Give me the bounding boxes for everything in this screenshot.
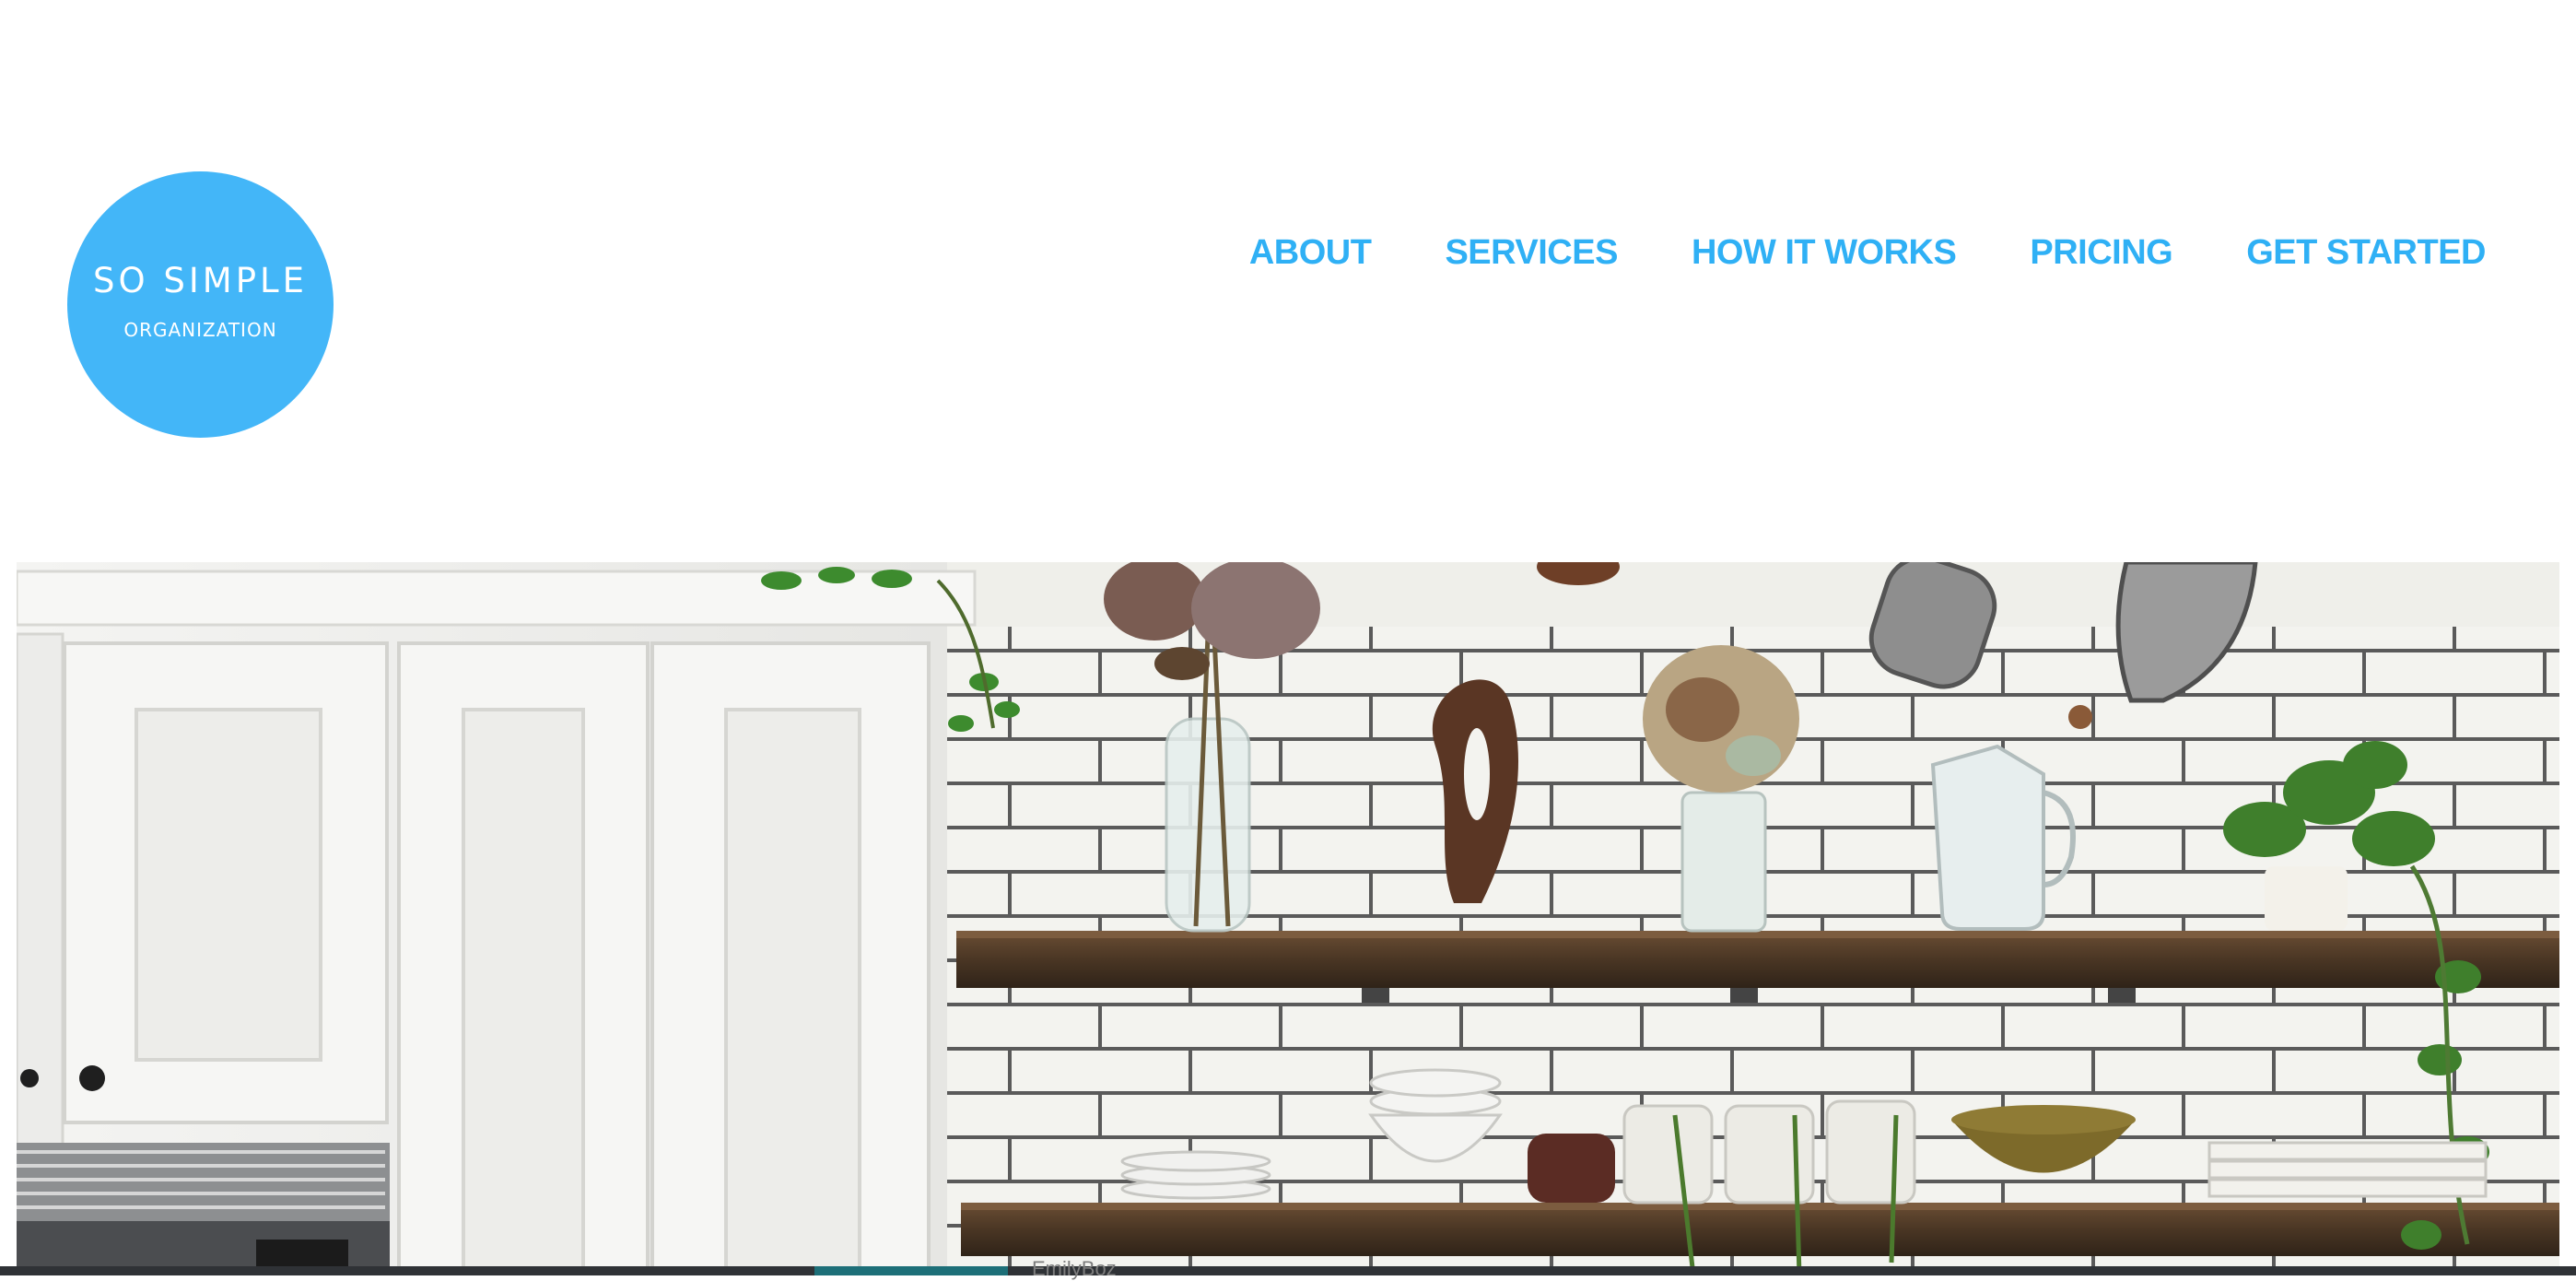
nav-about-link[interactable]: ABOUT bbox=[1249, 233, 1372, 273]
nav-get-started-link[interactable]: GET STARTED bbox=[2246, 233, 2486, 273]
taskbar-label: EmilyBoz bbox=[1032, 1257, 1117, 1280]
logo-title: SO SIMPLE bbox=[93, 261, 308, 300]
logo-subtitle: ORGANIZATION bbox=[123, 319, 277, 341]
taskbar: EmilyBoz bbox=[0, 1257, 2576, 1280]
logo[interactable]: SO SIMPLE ORGANIZATION bbox=[67, 171, 334, 438]
nav-services-link[interactable]: SERVICES bbox=[1445, 233, 1618, 273]
hero-image bbox=[17, 562, 2559, 1275]
taskbar-tab[interactable] bbox=[814, 1266, 1008, 1275]
main-nav: ABOUT SERVICES HOW IT WORKS PRICING GET … bbox=[1249, 233, 2487, 273]
nav-pricing-link[interactable]: PRICING bbox=[2030, 233, 2172, 273]
nav-how-it-works-link[interactable]: HOW IT WORKS bbox=[1692, 233, 1957, 273]
